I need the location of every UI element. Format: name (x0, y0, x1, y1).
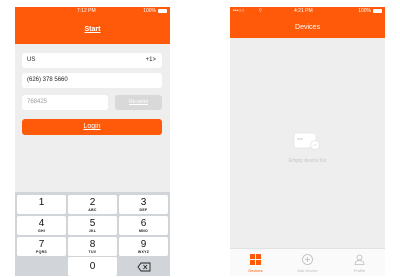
status-time: 4:21 PM (294, 8, 313, 14)
key-0[interactable]: 0 (68, 257, 117, 276)
page-title: Devices (295, 24, 320, 31)
key-5[interactable]: 5 JKL (68, 216, 117, 235)
battery-icon (158, 9, 167, 13)
tab-add-device[interactable]: Add Device (282, 249, 333, 276)
backspace-icon (136, 262, 150, 272)
delete-key[interactable] (119, 257, 168, 276)
key-3[interactable]: 3 DEF (119, 195, 168, 214)
status-carrier: •••○○ (233, 8, 245, 14)
status-battery: 100% (143, 8, 156, 14)
page-title[interactable]: Start (15, 26, 170, 33)
key-6[interactable]: 6 MNO (119, 216, 168, 235)
grid-icon (250, 254, 261, 265)
status-time: 7:12 PM (77, 8, 96, 14)
tab-bar: Devices Add Device Profile (230, 248, 385, 276)
device-list: Empty device list (230, 38, 385, 248)
phone-number-field[interactable]: (626) 378 5660 (22, 73, 162, 88)
key-blank (17, 257, 66, 276)
empty-list-text: Empty device list (288, 158, 327, 164)
status-battery: 100% (358, 8, 371, 14)
wifi-icon: ⌔ (258, 8, 263, 14)
plus-circle-icon (302, 254, 313, 265)
header-bar: •••○○ ⌔ 4:21 PM 100% Devices (230, 7, 385, 38)
key-2[interactable]: 2 ABC (68, 195, 117, 214)
battery-icon (373, 9, 382, 13)
verification-code-field[interactable]: 768425 (22, 95, 108, 110)
numeric-keypad: 1 2 ABC 3 DEF 4 GHI 5 JKL 6 MNO 7 PQRS 8 TUV 9W… (15, 192, 170, 276)
key-9[interactable]: 9 WXYZ (119, 237, 168, 256)
person-icon (354, 254, 365, 265)
tab-label: Devices (248, 268, 263, 273)
login-screen: 7:12 PM 100% Start US +1> (626) 378 5660… (15, 7, 170, 276)
resend-button[interactable]: Re-send (115, 95, 162, 110)
tab-profile[interactable]: Profile (334, 249, 385, 276)
key-7[interactable]: 7 PQRS (17, 237, 66, 256)
devices-screen: •••○○ ⌔ 4:21 PM 100% Devices Empty devic… (230, 7, 385, 276)
login-button[interactable]: Login (22, 119, 162, 135)
country-selector[interactable]: US +1> (22, 53, 162, 68)
key-8[interactable]: 8 TUV (68, 237, 117, 256)
tab-label: Add Device (297, 268, 318, 273)
key-4[interactable]: 4 GHI (17, 216, 66, 235)
tab-label: Profile (353, 268, 366, 273)
key-1[interactable]: 1 (17, 195, 66, 214)
country-name: US (27, 57, 36, 63)
tab-devices[interactable]: Devices (230, 249, 281, 276)
country-code: +1> (145, 57, 156, 63)
header-bar: 7:12 PM 100% Start (15, 7, 170, 44)
empty-device-icon (293, 132, 320, 150)
